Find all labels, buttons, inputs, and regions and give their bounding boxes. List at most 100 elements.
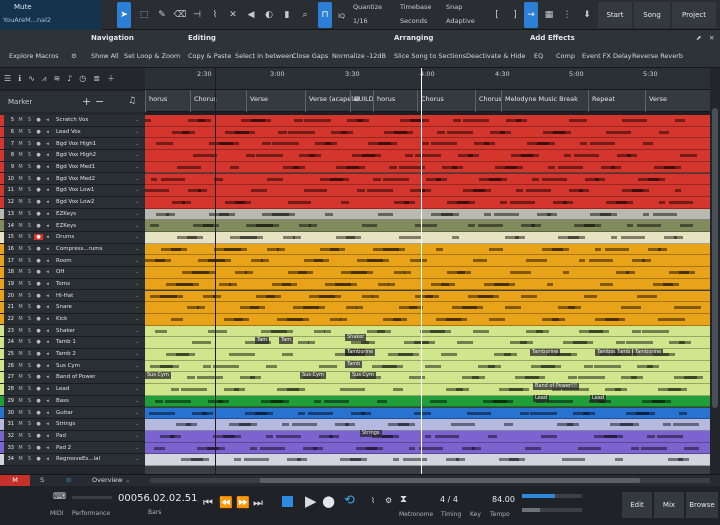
solo-button[interactable]: S xyxy=(25,363,34,369)
track-header[interactable]: 28 M S ● ◂ Lead ⌄ xyxy=(0,383,145,396)
eraser-tool-icon[interactable]: ⌫ xyxy=(173,2,187,28)
paint-tool-icon[interactable]: ▮ xyxy=(280,2,294,28)
track-lane[interactable] xyxy=(145,278,710,291)
monitor-button[interactable]: ◂ xyxy=(43,211,52,217)
scrollbar-thumb[interactable] xyxy=(712,108,718,408)
mute-button[interactable]: M xyxy=(16,176,25,182)
arranger-section[interactable]: Verse xyxy=(246,90,268,112)
track-name[interactable]: Lead xyxy=(52,386,135,392)
track-header[interactable]: 21 M S ● ◂ Snare ⌄ xyxy=(0,302,145,314)
monitor-button[interactable]: ◂ xyxy=(43,199,52,205)
automation-chevron-icon[interactable]: ⌄ xyxy=(135,152,145,158)
track-lane[interactable] xyxy=(145,407,710,420)
gear-icon[interactable]: ⚙ xyxy=(71,52,77,60)
solo-button[interactable]: S xyxy=(25,258,34,264)
record-arm-button[interactable]: ● xyxy=(34,269,43,275)
track-name[interactable]: Band of Power xyxy=(52,374,135,380)
track-lane[interactable] xyxy=(145,313,710,326)
track-name[interactable]: Lead Vox xyxy=(52,129,135,135)
automation-chevron-icon[interactable]: ⌄ xyxy=(135,445,145,451)
list-view-icon[interactable]: ≣ xyxy=(93,74,100,83)
automation-chevron-icon[interactable]: ⌄ xyxy=(135,117,145,123)
marker-note-icon[interactable]: ♫ xyxy=(128,96,136,106)
track-lane[interactable] xyxy=(145,454,710,466)
monitor-button[interactable]: ◂ xyxy=(43,363,52,369)
playhead[interactable] xyxy=(421,68,422,474)
track-color-swatch[interactable] xyxy=(0,430,4,442)
track-name[interactable]: Tamb 1 xyxy=(52,339,135,345)
automation-chevron-icon[interactable]: ⌄ xyxy=(135,316,145,322)
track-lane[interactable] xyxy=(145,161,710,174)
monitor-button[interactable]: ◂ xyxy=(43,223,52,229)
record-button[interactable]: ● xyxy=(322,492,335,510)
mute-button[interactable]: M xyxy=(16,328,25,334)
midi-keyboard-icon[interactable]: ⌨ xyxy=(53,492,66,502)
track-color-swatch[interactable] xyxy=(0,278,4,290)
follow-toggle-icon[interactable]: → xyxy=(524,2,538,28)
arranger-section[interactable]: Verse xyxy=(645,90,667,112)
track-lane[interactable] xyxy=(145,173,710,186)
automation-chevron-icon[interactable]: ⌄ xyxy=(135,421,145,427)
mute-button[interactable]: M xyxy=(16,234,25,240)
automation-chevron-icon[interactable]: ⌄ xyxy=(135,293,145,299)
monitor-button[interactable]: ◂ xyxy=(43,129,52,135)
monitor-button[interactable]: ◂ xyxy=(43,421,52,427)
show-all-button[interactable]: Show All xyxy=(91,52,119,60)
record-arm-button[interactable]: ● xyxy=(34,339,43,345)
solo-button[interactable]: S xyxy=(25,176,34,182)
clip-label[interactable]: Tam xyxy=(255,337,270,344)
track-color-swatch[interactable] xyxy=(0,313,4,325)
track-lane[interactable] xyxy=(145,208,710,221)
track-lane[interactable] xyxy=(145,419,710,431)
monitor-button[interactable]: ◂ xyxy=(43,339,52,345)
track-header[interactable]: 30 M S ● ◂ Guitar ⌄ xyxy=(0,407,145,419)
timeline-ruler[interactable]: 2:30 3:00 3:30 4:00 4:30 5:00 5:30 xyxy=(145,68,710,90)
solo-button[interactable]: S xyxy=(25,246,34,252)
mute-button[interactable]: M xyxy=(16,421,25,427)
record-arm-button[interactable]: ● xyxy=(34,129,43,135)
automation-chevron-icon[interactable]: ⌄ xyxy=(135,199,145,205)
track-header[interactable]: 22 M S ● ◂ Kick ⌄ xyxy=(0,313,145,326)
track-name[interactable]: Bgd Vox High1 xyxy=(52,141,135,147)
clip-label[interactable]: Sus Cym xyxy=(350,372,376,379)
go-to-end-icon[interactable]: ⏭ xyxy=(253,496,263,510)
record-arm-button[interactable]: ● xyxy=(34,421,43,427)
monitor-button[interactable]: ◂ xyxy=(43,258,52,264)
record-arm-button[interactable]: ● xyxy=(34,176,43,182)
clip-label[interactable]: Strings xyxy=(360,430,382,437)
track-lane[interactable] xyxy=(145,243,710,256)
record-arm-button[interactable]: ● xyxy=(34,433,43,439)
clip-label[interactable]: Lead xyxy=(533,395,550,402)
automation-chevron-icon[interactable]: ⌄ xyxy=(135,328,145,334)
track-color-swatch[interactable] xyxy=(0,418,4,430)
metronome-icon[interactable]: ⧗ xyxy=(400,494,407,505)
track-color-swatch[interactable] xyxy=(0,372,4,383)
automation-chevron-icon[interactable]: ⌄ xyxy=(135,164,145,170)
mute-button[interactable]: M xyxy=(16,187,25,193)
track-name[interactable]: Bgd Vox Med2 xyxy=(52,176,135,182)
timebase-select[interactable]: Seconds xyxy=(400,17,427,25)
track-lane[interactable] xyxy=(145,372,710,385)
record-arm-button[interactable]: ● xyxy=(34,199,43,205)
inspector-icon[interactable]: ℹ xyxy=(18,74,21,83)
snap-select[interactable]: Adaptive xyxy=(446,17,475,25)
automation-chevron-icon[interactable]: ⌄ xyxy=(135,141,145,147)
add-marker-icon[interactable]: + xyxy=(82,95,91,108)
deactivate-hide-button[interactable]: Deactivate & Hide xyxy=(466,52,525,60)
mute-button[interactable]: M xyxy=(16,269,25,275)
split-tool-icon[interactable]: ⊣ xyxy=(190,2,204,28)
arranger-track[interactable]: horus Chorus Verse Verse (acapela) BUILD horu… xyxy=(145,90,710,112)
solo-button[interactable]: S xyxy=(25,141,34,147)
set-loop-zoom-button[interactable]: Set Loop & Zoom xyxy=(124,52,180,60)
track-color-swatch[interactable] xyxy=(0,348,4,360)
track-header[interactable]: 8 M S ● ◂ Bgd Vox High2 ⌄ xyxy=(0,150,145,162)
automation-chevron-icon[interactable]: ⌄ xyxy=(135,398,145,404)
track-header[interactable]: 7 M S ● ◂ Bgd Vox High1 ⌄ xyxy=(0,138,145,151)
track-header[interactable]: 12 M S ● ◂ Bgd Vox Low2 ⌄ xyxy=(0,196,145,209)
automation-chevron-icon[interactable]: ⌄ xyxy=(135,187,145,193)
solo-button[interactable]: S xyxy=(25,129,34,135)
mute-button[interactable]: M xyxy=(16,410,25,416)
arranger-section[interactable]: Chorus xyxy=(190,90,217,112)
track-lane[interactable] xyxy=(145,430,710,443)
record-arm-button[interactable]: ● xyxy=(34,164,43,170)
